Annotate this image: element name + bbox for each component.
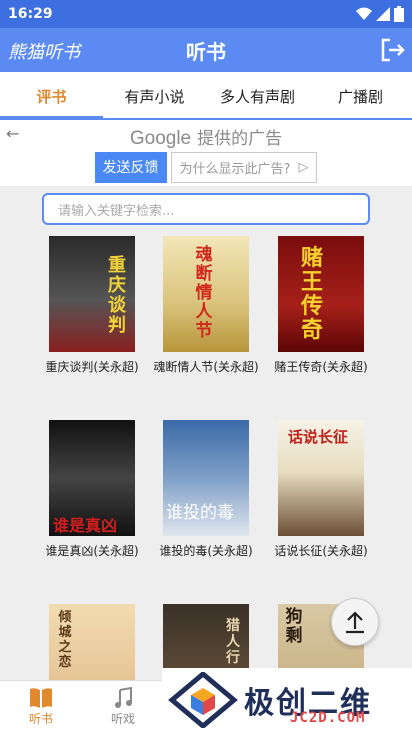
ad-provided-text: 提供的广告 [197,129,283,149]
tab-audio-novel[interactable]: 有声小说 [103,72,206,120]
status-time: 16:29 [8,6,53,22]
music-note-icon [113,686,133,710]
category-tabs: 评书 有声小说 多人有声剧 广播剧 [0,72,412,120]
tab-radio-drama[interactable]: 广播剧 [309,72,412,120]
book-title: 谁是真凶(关永超) [45,544,139,558]
watermark-logo: 极创二维 JC2D.COM [162,668,412,732]
why-this-ad-label: 为什么显示此广告? [179,162,291,177]
scroll-to-top-button[interactable] [331,598,379,646]
status-icons [356,6,404,22]
book-cover-text: 赌王传奇 [300,245,323,343]
ad-provider-line: Google 提供的广告 [0,124,412,150]
book-cover-text: 猎人行 [226,618,240,666]
book-cover: 重庆谈判 [49,236,135,352]
app-bar: 熊猫听书 听书 [0,28,412,72]
book-title: 魂断情人节(关永超) [153,360,259,374]
book-item[interactable]: 谁是真凶 谁是真凶(关永超) [27,420,157,559]
book-item[interactable]: 重庆谈判 重庆谈判(关永超) [27,236,157,375]
book-title: 话说长征(关永超) [274,544,368,558]
nav-item-listen-books[interactable]: 听书 [0,681,82,732]
exit-icon[interactable] [378,36,406,64]
nav-item-label: 听书 [28,712,53,726]
ad-banner: ← Google 提供的广告 发送反馈 为什么显示此广告? ▷ [0,120,412,186]
nav-item-label: 听戏 [110,712,135,726]
status-bar: 16:29 [0,0,412,28]
book-cover: 魂断情人节 [163,236,249,352]
book-item[interactable]: 话说长征 话说长征(关永超) [256,420,386,559]
app-brand: 熊猫听书 [8,42,80,63]
arrow-up-icon [346,611,364,634]
book-title: 谁投的毒(关永超) [159,544,253,558]
book-cover: 谁是真凶 [49,420,135,536]
send-feedback-button[interactable]: 发送反馈 [94,152,167,183]
book-cover: 赌王传奇 [278,236,364,352]
ad-buttons: 发送反馈 为什么显示此广告? ▷ [0,152,412,183]
ad-provider: Google [129,128,192,149]
signal-icon [376,7,390,21]
book-cover-text: 倾城之恋 [58,610,72,670]
book-cover-text: 魂断情人节 [195,245,213,341]
book-cover: 话说长征 [278,420,364,536]
book-item[interactable]: 谁投的毒 谁投的毒(关永超) [141,420,271,559]
book-item[interactable]: 赌王传奇 赌王传奇(关永超) [256,236,386,375]
battery-icon [394,6,404,22]
book-title: 赌王传奇(关永超) [274,360,368,374]
book-icon [29,686,53,710]
tab-multi-voice-drama[interactable]: 多人有声剧 [206,72,309,120]
book-cover-text: 话说长征 [288,428,349,446]
search-input[interactable]: 请输入关键字检索... [42,193,370,225]
book-cover-text: 狗剩 [285,607,303,646]
book-item[interactable]: 魂断情人节 魂断情人节(关永超) [141,236,271,375]
watermark-url: JC2D.COM [290,710,366,726]
page-title: 听书 [186,39,226,64]
book-title: 重庆谈判(关永超) [45,360,139,374]
tab-pingshu[interactable]: 评书 [0,72,103,120]
book-cover-text: 谁投的毒 [166,503,234,523]
nav-item-listen-opera[interactable]: 听戏 [82,681,164,732]
why-this-ad-button[interactable]: 为什么显示此广告? ▷ [170,152,318,183]
book-cover-text: 重庆谈判 [108,255,126,336]
cube-logo-icon [168,672,238,728]
book-cover: 谁投的毒 [163,420,249,536]
book-cover-text: 谁是真凶 [53,516,118,535]
wifi-icon [356,7,372,20]
play-triangle-icon: ▷ [298,160,309,175]
